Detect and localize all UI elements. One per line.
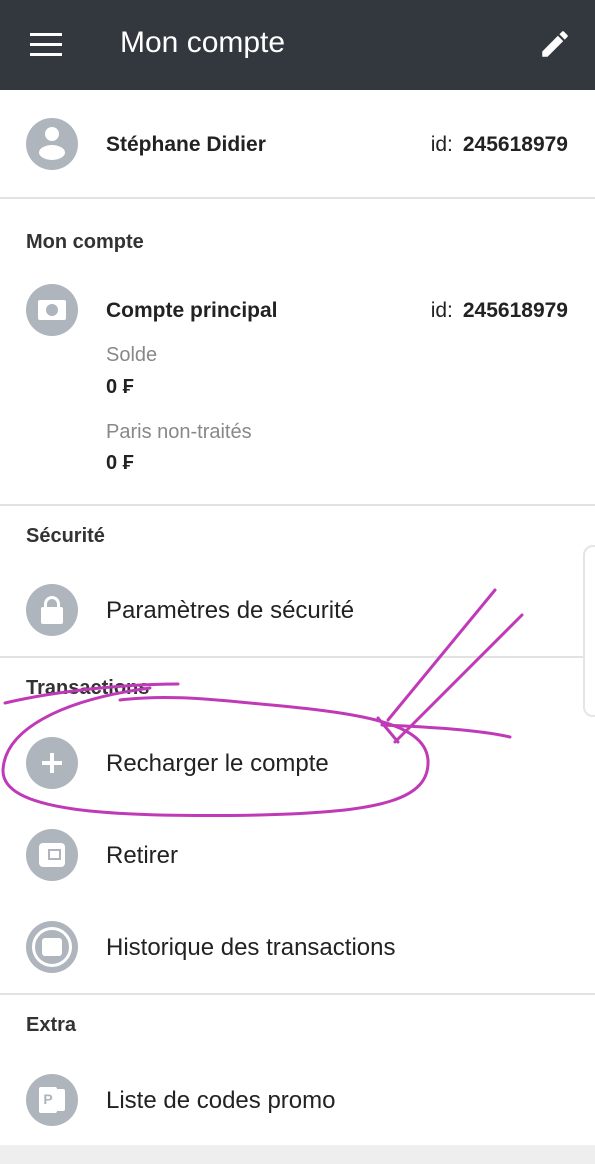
account-id: id: 245618979 bbox=[430, 299, 568, 322]
user-name: Stéphane Didier bbox=[106, 133, 266, 156]
divider bbox=[0, 993, 595, 995]
page-title: Mon compte bbox=[120, 26, 286, 59]
item-label: Retirer bbox=[106, 842, 179, 869]
divider bbox=[0, 197, 595, 199]
pending-value: 0 ₣ bbox=[106, 452, 134, 474]
hand-drawn-annotation bbox=[1, 588, 524, 818]
account-name: Compte principal bbox=[106, 299, 278, 322]
section-title-account: Mon compte bbox=[26, 231, 144, 253]
app-bar: Mon compte bbox=[0, 0, 595, 90]
section-title-transactions: Transactions bbox=[26, 677, 150, 699]
item-label: Paramètres de sécurité bbox=[106, 597, 355, 624]
balance-label: Solde bbox=[106, 344, 158, 366]
item-label: Historique des transactions bbox=[106, 934, 396, 961]
item-label: Recharger le compte bbox=[106, 750, 329, 777]
wallet-icon bbox=[26, 829, 78, 881]
divider bbox=[0, 656, 595, 658]
lock-icon bbox=[26, 584, 78, 636]
section-title-security: Sécurité bbox=[26, 525, 105, 547]
promo-code-icon: P bbox=[26, 1074, 78, 1126]
avatar-icon bbox=[26, 118, 78, 170]
plus-icon bbox=[26, 737, 78, 789]
bottom-bar bbox=[0, 1145, 595, 1164]
item-label: Liste de codes promo bbox=[106, 1087, 336, 1114]
pending-label: Paris non-traités bbox=[106, 421, 252, 443]
menu-icon[interactable] bbox=[30, 33, 62, 57]
balance-value: 0 ₣ bbox=[106, 376, 134, 398]
edit-icon[interactable] bbox=[538, 27, 572, 61]
section-title-extra: Extra bbox=[26, 1014, 77, 1036]
scroll-edge[interactable] bbox=[583, 545, 595, 717]
history-icon bbox=[26, 921, 78, 973]
user-id: id: 245618979 bbox=[430, 133, 568, 156]
divider bbox=[0, 504, 595, 506]
money-icon bbox=[26, 284, 78, 336]
